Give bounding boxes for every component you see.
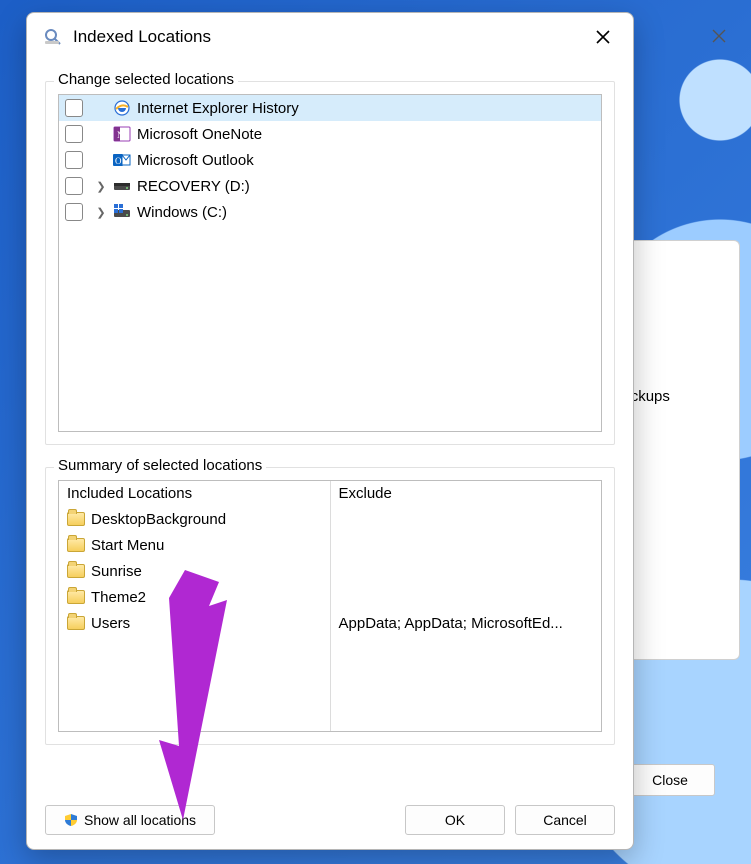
ok-button[interactable]: OK xyxy=(405,805,505,835)
windrv-icon xyxy=(113,203,131,221)
uac-shield-icon xyxy=(64,813,78,827)
folder-icon xyxy=(67,616,85,630)
included-item-label: Start Menu xyxy=(91,537,164,554)
svg-text:O: O xyxy=(115,156,122,166)
ok-label: OK xyxy=(445,812,465,828)
titlebar: Indexed Locations xyxy=(27,13,633,59)
tree-row[interactable]: ❯ RECOVERY (D:) xyxy=(59,173,601,199)
exclude-item-label: AppData; AppData; MicrosoftEd... xyxy=(339,615,563,632)
dialog-footer: Show all locations OK Cancel xyxy=(27,795,633,849)
tree-row-label: Microsoft OneNote xyxy=(137,126,262,143)
exclude-header: Exclude xyxy=(339,485,594,502)
folder-icon xyxy=(67,538,85,552)
locations-tree[interactable]: ❯Internet Explorer History❯NMicrosoft On… xyxy=(58,94,602,432)
tree-row-label: RECOVERY (D:) xyxy=(137,178,250,195)
included-item[interactable]: Users xyxy=(67,612,322,634)
tree-row-label: Internet Explorer History xyxy=(137,100,299,117)
included-item[interactable]: Sunrise xyxy=(67,560,322,582)
included-item[interactable]: DesktopBackground xyxy=(67,508,322,530)
show-all-locations-label: Show all locations xyxy=(84,812,196,828)
drive-icon xyxy=(113,177,131,195)
cancel-button[interactable]: Cancel xyxy=(515,805,615,835)
summary-exclude-column: Exclude AppData; AppData; MicrosoftEd... xyxy=(330,481,602,731)
included-item-label: Theme2 xyxy=(91,589,146,606)
exclude-item xyxy=(339,560,594,582)
show-all-locations-button[interactable]: Show all locations xyxy=(45,805,215,835)
dialog-title: Indexed Locations xyxy=(73,27,211,47)
tree-row[interactable]: ❯OMicrosoft Outlook xyxy=(59,147,601,173)
parent-close-button[interactable] xyxy=(701,22,737,50)
indexing-options-icon xyxy=(43,27,63,47)
tree-row[interactable]: ❯Internet Explorer History xyxy=(59,95,601,121)
summary-included-column: Included Locations DesktopBackground Star… xyxy=(59,481,330,731)
indexed-locations-dialog: Indexed Locations Change selected locati… xyxy=(26,12,634,850)
summary-group: Summary of selected locations Included L… xyxy=(45,467,615,745)
chevron-right-icon[interactable]: ❯ xyxy=(95,180,107,193)
folder-icon xyxy=(67,564,85,578)
checkbox[interactable] xyxy=(65,203,83,221)
summary-label: Summary of selected locations xyxy=(54,457,266,474)
outlook-icon: O xyxy=(113,151,131,169)
tree-row-label: Windows (C:) xyxy=(137,204,227,221)
change-locations-label: Change selected locations xyxy=(54,71,238,88)
parent-close-inline-button[interactable]: Close xyxy=(625,764,715,796)
included-item[interactable]: Theme2 xyxy=(67,586,322,608)
change-locations-group: Change selected locations ❯Internet Expl… xyxy=(45,81,615,445)
tree-row[interactable]: ❯ Windows (C:) xyxy=(59,199,601,225)
parent-close-label: Close xyxy=(652,772,688,788)
included-item-label: DesktopBackground xyxy=(91,511,226,528)
folder-icon xyxy=(67,590,85,604)
included-item-label: Users xyxy=(91,615,130,632)
tree-row-label: Microsoft Outlook xyxy=(137,152,254,169)
close-icon xyxy=(596,30,610,44)
tree-row[interactable]: ❯NMicrosoft OneNote xyxy=(59,121,601,147)
onenote-icon: N xyxy=(113,125,131,143)
checkbox[interactable] xyxy=(65,99,83,117)
chevron-right-icon[interactable]: ❯ xyxy=(95,206,107,219)
checkbox[interactable] xyxy=(65,177,83,195)
included-item[interactable]: Start Menu xyxy=(67,534,322,556)
summary-table: Included Locations DesktopBackground Star… xyxy=(58,480,602,732)
close-button[interactable] xyxy=(585,23,621,51)
ie-icon xyxy=(113,99,131,117)
included-header: Included Locations xyxy=(67,485,322,502)
cancel-label: Cancel xyxy=(543,812,587,828)
svg-text:N: N xyxy=(117,130,124,140)
checkbox[interactable] xyxy=(65,125,83,143)
exclude-item xyxy=(339,508,594,530)
exclude-item xyxy=(339,586,594,608)
exclude-item xyxy=(339,534,594,556)
included-item-label: Sunrise xyxy=(91,563,142,580)
exclude-item: AppData; AppData; MicrosoftEd... xyxy=(339,612,594,634)
checkbox[interactable] xyxy=(65,151,83,169)
folder-icon xyxy=(67,512,85,526)
